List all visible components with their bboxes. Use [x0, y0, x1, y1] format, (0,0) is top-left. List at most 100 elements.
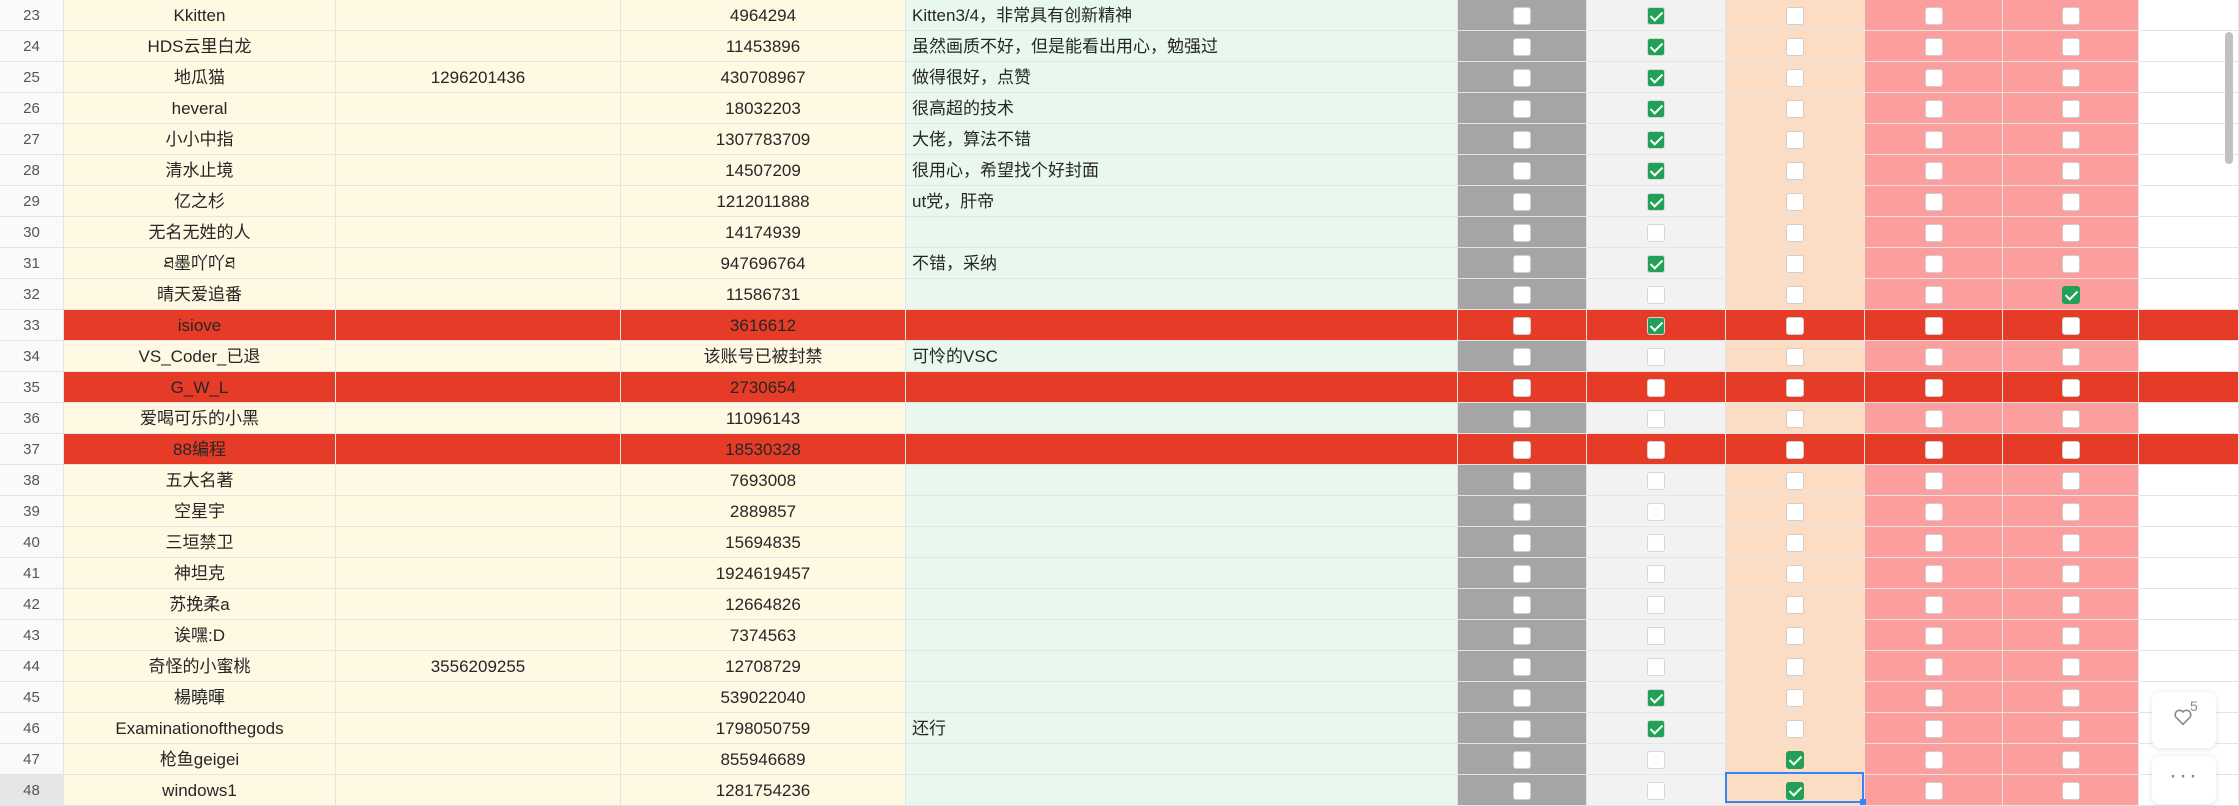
- checkbox-cell-3[interactable]: [1726, 310, 1865, 341]
- uid-cell[interactable]: 11586731: [621, 279, 906, 310]
- checkbox-cell-5[interactable]: [2003, 744, 2139, 775]
- checkbox-icon[interactable]: [1513, 379, 1531, 397]
- qq-cell[interactable]: [336, 93, 621, 124]
- checkbox-icon[interactable]: [1647, 596, 1665, 614]
- checkbox-cell-1[interactable]: [1458, 682, 1587, 713]
- checkbox-cell-2[interactable]: [1587, 372, 1726, 403]
- checkbox-icon[interactable]: [1924, 472, 1943, 490]
- checkbox-icon[interactable]: [1513, 193, 1531, 211]
- checkbox-cell-5[interactable]: [2003, 403, 2139, 434]
- checkbox-cell-3[interactable]: [1726, 93, 1865, 124]
- checkbox-cell-2[interactable]: [1587, 93, 1726, 124]
- comment-cell[interactable]: 虽然画质不好，但是能看出用心，勉强过: [906, 31, 1458, 62]
- checkbox-cell-1[interactable]: [1458, 341, 1587, 372]
- empty-cell[interactable]: [2139, 217, 2239, 248]
- qq-cell[interactable]: [336, 217, 621, 248]
- checkbox-cell-5[interactable]: [2003, 310, 2139, 341]
- comment-cell[interactable]: [906, 527, 1458, 558]
- uid-cell[interactable]: 15694835: [621, 527, 906, 558]
- checkbox-cell-2[interactable]: [1587, 341, 1726, 372]
- checkbox-cell-1[interactable]: [1458, 372, 1587, 403]
- checkbox-icon[interactable]: [1786, 441, 1804, 459]
- checkbox-icon[interactable]: [1924, 627, 1943, 645]
- checkbox-icon[interactable]: [1647, 286, 1665, 304]
- checkbox-icon[interactable]: [1786, 38, 1804, 56]
- checkbox-icon[interactable]: [1513, 348, 1531, 366]
- checkbox-icon[interactable]: [1786, 100, 1804, 118]
- checkbox-cell-3[interactable]: [1726, 372, 1865, 403]
- checkbox-icon[interactable]: [1513, 162, 1531, 180]
- checkbox-cell-3[interactable]: [1726, 775, 1865, 806]
- comment-cell[interactable]: [906, 496, 1458, 527]
- checkbox-icon[interactable]: [2061, 751, 2080, 769]
- checkbox-icon[interactable]: [1513, 782, 1531, 800]
- checkbox-icon[interactable]: [1513, 410, 1531, 428]
- like-button[interactable]: 5: [2152, 692, 2216, 748]
- checkbox-cell-5[interactable]: [2003, 682, 2139, 713]
- checkbox-cell-5[interactable]: [2003, 248, 2139, 279]
- empty-cell[interactable]: [2139, 310, 2239, 341]
- checkbox-icon[interactable]: [1513, 69, 1531, 87]
- checkbox-icon[interactable]: [1513, 100, 1531, 118]
- name-cell[interactable]: 晴天爱追番: [64, 279, 336, 310]
- checkbox-checked-icon[interactable]: [1647, 69, 1665, 87]
- checkbox-cell-4[interactable]: [1865, 155, 2003, 186]
- checkbox-cell-4[interactable]: [1865, 186, 2003, 217]
- checkbox-cell-5[interactable]: [2003, 155, 2139, 186]
- uid-cell[interactable]: 539022040: [621, 682, 906, 713]
- checkbox-cell-5[interactable]: [2003, 62, 2139, 93]
- name-cell[interactable]: HDS云里白龙: [64, 31, 336, 62]
- checkbox-icon[interactable]: [2061, 627, 2080, 645]
- checkbox-cell-3[interactable]: [1726, 589, 1865, 620]
- checkbox-cell-3[interactable]: [1726, 527, 1865, 558]
- qq-cell[interactable]: [336, 0, 621, 31]
- checkbox-cell-2[interactable]: [1587, 527, 1726, 558]
- checkbox-icon[interactable]: [1924, 410, 1943, 428]
- checkbox-icon[interactable]: [1924, 596, 1943, 614]
- checkbox-cell-2[interactable]: [1587, 62, 1726, 93]
- checkbox-icon[interactable]: [1786, 317, 1804, 335]
- checkbox-cell-3[interactable]: [1726, 434, 1865, 465]
- checkbox-cell-1[interactable]: [1458, 775, 1587, 806]
- checkbox-icon[interactable]: [2061, 317, 2080, 335]
- checkbox-cell-4[interactable]: [1865, 248, 2003, 279]
- checkbox-icon[interactable]: [2061, 69, 2080, 87]
- checkbox-cell-5[interactable]: [2003, 93, 2139, 124]
- checkbox-cell-4[interactable]: [1865, 403, 2003, 434]
- name-cell[interactable]: isiove: [64, 310, 336, 341]
- checkbox-cell-1[interactable]: [1458, 558, 1587, 589]
- checkbox-cell-5[interactable]: [2003, 372, 2139, 403]
- checkbox-cell-2[interactable]: [1587, 186, 1726, 217]
- empty-cell[interactable]: [2139, 0, 2239, 31]
- checkbox-icon[interactable]: [1924, 7, 1943, 25]
- checkbox-cell-5[interactable]: [2003, 465, 2139, 496]
- checkbox-cell-1[interactable]: [1458, 155, 1587, 186]
- comment-cell[interactable]: [906, 434, 1458, 465]
- checkbox-checked-icon[interactable]: [1647, 193, 1665, 211]
- checkbox-icon[interactable]: [2061, 410, 2080, 428]
- empty-cell[interactable]: [2139, 589, 2239, 620]
- checkbox-cell-2[interactable]: [1587, 434, 1726, 465]
- empty-cell[interactable]: [2139, 31, 2239, 62]
- checkbox-cell-4[interactable]: [1865, 775, 2003, 806]
- checkbox-cell-3[interactable]: [1726, 744, 1865, 775]
- checkbox-icon[interactable]: [1513, 751, 1531, 769]
- uid-cell[interactable]: 18530328: [621, 434, 906, 465]
- checkbox-cell-1[interactable]: [1458, 217, 1587, 248]
- checkbox-icon[interactable]: [1786, 286, 1804, 304]
- qq-cell[interactable]: [336, 682, 621, 713]
- checkbox-icon[interactable]: [1786, 534, 1804, 552]
- checkbox-cell-2[interactable]: [1587, 31, 1726, 62]
- empty-cell[interactable]: [2139, 155, 2239, 186]
- checkbox-cell-3[interactable]: [1726, 279, 1865, 310]
- empty-cell[interactable]: [2139, 341, 2239, 372]
- checkbox-cell-5[interactable]: [2003, 775, 2139, 806]
- checkbox-cell-3[interactable]: [1726, 0, 1865, 31]
- checkbox-cell-3[interactable]: [1726, 62, 1865, 93]
- name-cell[interactable]: 神坦克: [64, 558, 336, 589]
- name-cell[interactable]: Kkitten: [64, 0, 336, 31]
- checkbox-cell-3[interactable]: [1726, 217, 1865, 248]
- checkbox-cell-4[interactable]: [1865, 62, 2003, 93]
- uid-cell[interactable]: 1307783709: [621, 124, 906, 155]
- empty-cell[interactable]: [2139, 620, 2239, 651]
